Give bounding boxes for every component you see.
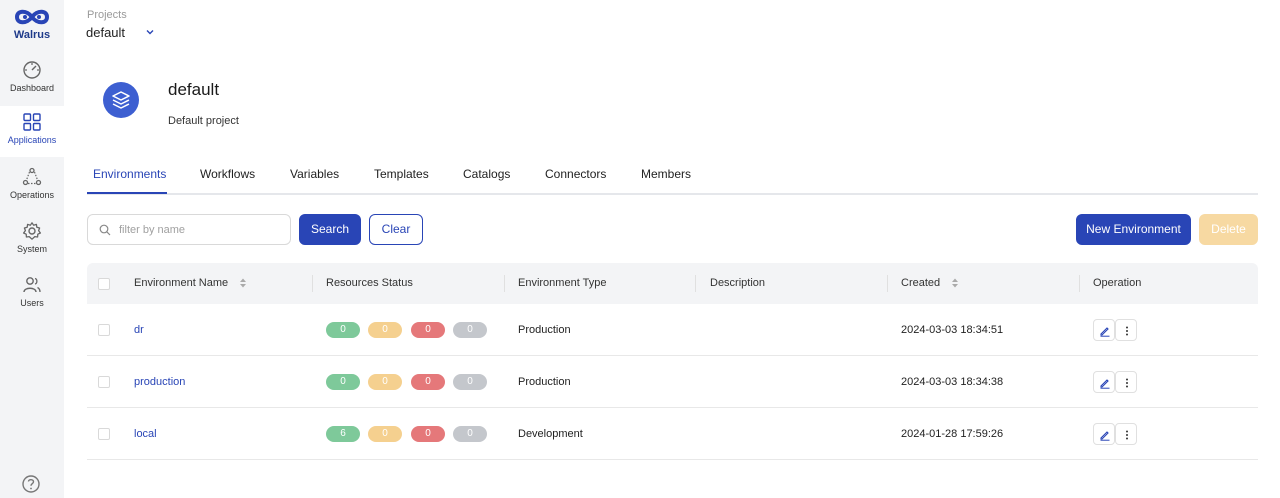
column-divider <box>1079 275 1080 292</box>
more-actions-button[interactable] <box>1115 423 1137 445</box>
more-vertical-icon <box>1126 430 1128 440</box>
edit-icon <box>1100 379 1110 389</box>
sidebar-item-applications[interactable]: Applications <box>0 106 64 157</box>
column-header-operation: Operation <box>1093 277 1142 289</box>
tab-templates[interactable]: Templates <box>374 167 429 181</box>
sort-icon[interactable] <box>239 277 247 289</box>
select-all-checkbox[interactable] <box>98 278 110 290</box>
search-icon <box>99 224 111 236</box>
status-inactive-badge: 0 <box>453 322 487 338</box>
environment-name-link[interactable]: dr <box>134 324 144 336</box>
created-timestamp: 2024-03-03 18:34:38 <box>901 376 1004 388</box>
status-error-badge: 0 <box>411 374 445 390</box>
column-header-name[interactable]: Environment Name <box>134 277 247 289</box>
tab-connectors[interactable]: Connectors <box>545 167 606 181</box>
users-icon <box>23 277 41 293</box>
clear-button[interactable]: Clear <box>369 214 423 245</box>
search-box <box>87 214 291 245</box>
status-ready-badge: 0 <box>326 322 360 338</box>
project-selector[interactable]: default <box>86 25 125 40</box>
tab-members[interactable]: Members <box>641 167 691 181</box>
more-actions-button[interactable] <box>1115 319 1137 341</box>
status-ready-badge: 0 <box>326 374 360 390</box>
environment-name-link[interactable]: production <box>134 376 185 388</box>
more-vertical-icon <box>1126 378 1128 388</box>
table-row: production 0 0 0 0 Production 2024-03-03… <box>87 356 1258 408</box>
column-header-description: Description <box>710 277 766 289</box>
row-checkbox[interactable] <box>98 376 110 388</box>
environment-name-link[interactable]: local <box>134 428 157 440</box>
environments-table: Environment Name Resources Status Enviro… <box>87 263 1258 460</box>
tab-variables[interactable]: Variables <box>290 167 339 181</box>
edit-icon <box>1100 431 1110 441</box>
table-row: local 6 0 0 0 Development 2024-01-28 17:… <box>87 408 1258 460</box>
sidebar-item-label: Operations <box>9 190 55 200</box>
tab-bar: Environments Workflows Variables Templat… <box>87 160 1258 195</box>
active-tab-indicator <box>87 192 167 194</box>
help-icon[interactable] <box>21 474 41 494</box>
new-environment-button[interactable]: New Environment <box>1076 214 1191 245</box>
app-name: Walrus <box>13 29 51 41</box>
created-timestamp: 2024-03-03 18:34:51 <box>901 324 1004 336</box>
environment-type: Development <box>518 428 583 440</box>
edit-button[interactable] <box>1093 371 1115 393</box>
sidebar-item-label: Applications <box>7 135 57 145</box>
status-inactive-badge: 0 <box>453 374 487 390</box>
column-header-created[interactable]: Created <box>901 277 959 289</box>
dashboard-icon <box>23 61 41 79</box>
edit-button[interactable] <box>1093 319 1115 341</box>
created-timestamp: 2024-01-28 17:59:26 <box>901 428 1004 440</box>
column-divider <box>695 275 696 292</box>
layers-icon <box>112 91 130 109</box>
tab-catalogs[interactable]: Catalogs <box>463 167 510 181</box>
sidebar: Walrus Dashboard Applications Operations <box>0 0 64 498</box>
environment-type: Production <box>518 376 571 388</box>
tab-environments[interactable]: Environments <box>93 167 166 181</box>
status-error-badge: 0 <box>411 426 445 442</box>
sidebar-item-label: System <box>16 244 47 254</box>
sort-icon[interactable] <box>951 277 959 289</box>
environment-type: Production <box>518 324 571 336</box>
sidebar-item-label: Users <box>20 298 44 308</box>
sidebar-item-label: Dashboard <box>9 83 55 93</box>
sidebar-item-operations[interactable]: Operations <box>0 161 64 213</box>
edit-button[interactable] <box>1093 423 1115 445</box>
operations-icon <box>22 167 42 186</box>
column-header-type: Environment Type <box>518 277 607 289</box>
more-actions-button[interactable] <box>1115 371 1137 393</box>
sidebar-item-system[interactable]: System <box>0 215 64 267</box>
status-ready-badge: 6 <box>326 426 360 442</box>
walrus-logo[interactable]: Walrus <box>0 6 64 41</box>
status-inactive-badge: 0 <box>453 426 487 442</box>
column-divider <box>312 275 313 292</box>
table-row: dr 0 0 0 0 Production 2024-03-03 18:34:5… <box>87 304 1258 356</box>
edit-icon <box>1100 327 1110 337</box>
search-input[interactable] <box>119 220 284 240</box>
row-checkbox[interactable] <box>98 324 110 336</box>
status-warning-badge: 0 <box>368 426 402 442</box>
search-button[interactable]: Search <box>299 214 361 245</box>
sidebar-item-users[interactable]: Users <box>0 269 64 321</box>
column-header-status: Resources Status <box>326 277 413 289</box>
status-error-badge: 0 <box>411 322 445 338</box>
project-avatar <box>103 82 139 118</box>
gear-icon <box>22 222 42 240</box>
status-warning-badge: 0 <box>368 374 402 390</box>
project-selector-label: Projects <box>87 9 127 21</box>
tab-workflows[interactable]: Workflows <box>200 167 255 181</box>
project-description: Default project <box>168 115 239 127</box>
sidebar-item-dashboard[interactable]: Dashboard <box>0 54 64 106</box>
more-vertical-icon <box>1126 326 1128 336</box>
column-divider <box>504 275 505 292</box>
status-warning-badge: 0 <box>368 322 402 338</box>
chevron-down-icon[interactable] <box>145 27 155 37</box>
walrus-logo-icon <box>14 9 50 25</box>
column-divider <box>887 275 888 292</box>
row-checkbox[interactable] <box>98 428 110 440</box>
grid-icon <box>23 113 41 131</box>
delete-button[interactable]: Delete <box>1199 214 1258 245</box>
page-title: default <box>168 80 220 99</box>
table-header: Environment Name Resources Status Enviro… <box>87 263 1258 304</box>
